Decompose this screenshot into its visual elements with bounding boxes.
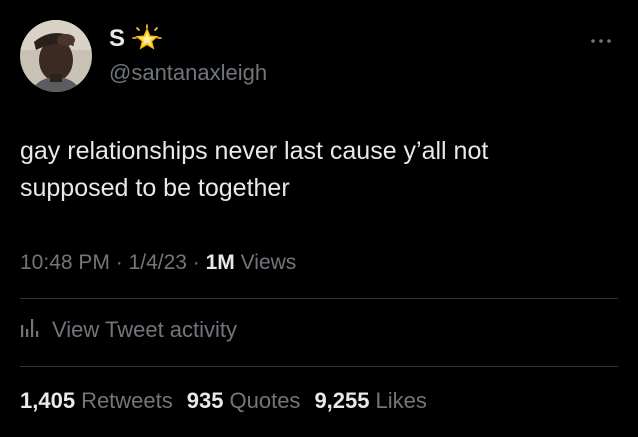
divider xyxy=(20,366,618,367)
tweet-card: S @santanaxleigh gay relationships never… xyxy=(0,0,638,437)
meta-separator: · xyxy=(109,251,129,274)
tweet-stats: 1,405 Retweets 935 Quotes 9,255 Likes xyxy=(20,388,427,414)
tweet-text: gay relationships never last cause y’all… xyxy=(20,133,610,207)
tweet-text-line: supposed to be together xyxy=(20,174,290,202)
views-label: Views xyxy=(234,251,297,274)
glowing-star-icon xyxy=(131,24,162,54)
tweet-text-line: gay relationships never last cause y’all… xyxy=(20,137,489,165)
avatar[interactable] xyxy=(20,20,92,92)
view-tweet-activity-link[interactable]: View Tweet activity xyxy=(20,316,237,344)
likes-count: 9,255 xyxy=(314,388,370,413)
meta-separator: · xyxy=(186,251,206,274)
name-row: S xyxy=(109,24,162,54)
user-handle[interactable]: @santanaxleigh xyxy=(109,60,267,86)
tweet-meta: 10:48 PM · 1/4/23 · 1M Views xyxy=(20,251,296,275)
bar-chart-icon xyxy=(20,316,40,344)
view-tweet-activity-label: View Tweet activity xyxy=(52,317,238,342)
likes-stat[interactable]: 9,255 Likes xyxy=(314,388,426,414)
tweet-time[interactable]: 10:48 PM xyxy=(20,251,110,274)
quotes-count: 935 xyxy=(186,388,224,413)
likes-label: Likes xyxy=(375,388,427,413)
retweets-label: Retweets xyxy=(81,388,173,413)
quotes-stat[interactable]: 935 Quotes xyxy=(187,388,301,414)
tweet-date[interactable]: 1/4/23 xyxy=(129,251,187,274)
more-dots-icon[interactable] xyxy=(589,33,613,43)
views-count: 1M xyxy=(205,251,235,274)
avatar-image xyxy=(20,20,92,92)
quotes-label: Quotes xyxy=(229,388,301,413)
display-name[interactable]: S xyxy=(109,25,126,53)
retweets-count: 1,405 xyxy=(20,388,76,413)
divider xyxy=(20,298,618,299)
retweets-stat[interactable]: 1,405 Retweets xyxy=(20,388,173,414)
